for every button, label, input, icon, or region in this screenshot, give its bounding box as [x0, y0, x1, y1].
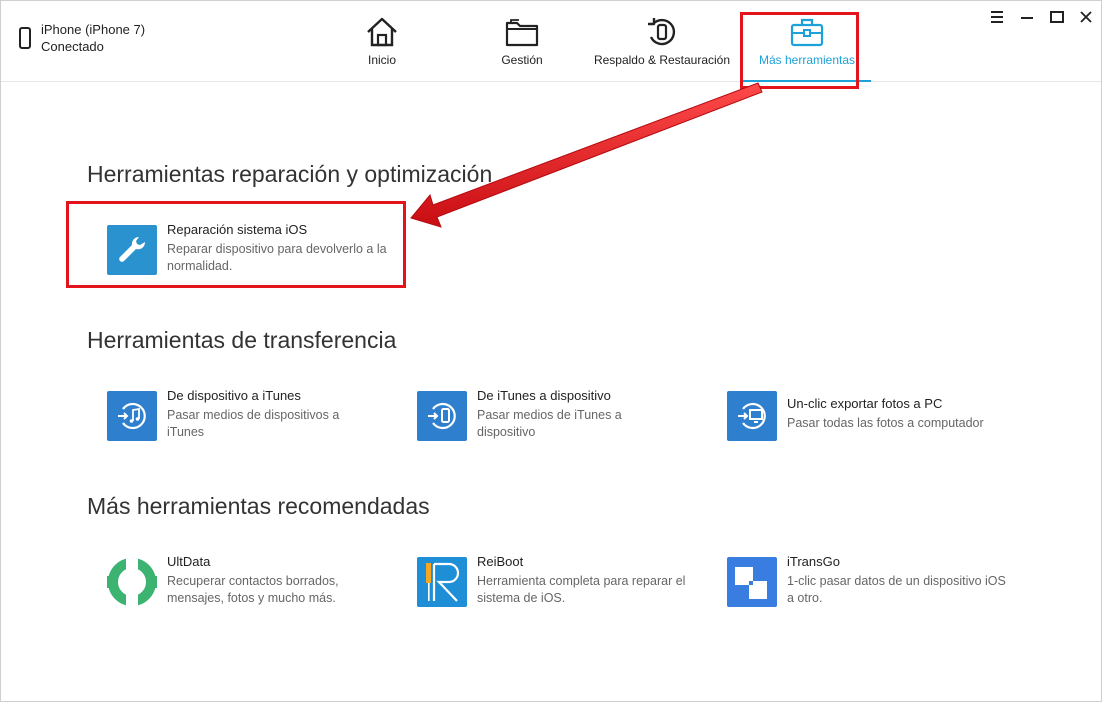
tab-label: Más herramientas — [758, 53, 856, 67]
device-to-itunes-icon — [107, 391, 157, 441]
export-photos-icon — [727, 391, 777, 441]
section-title-transfer: Herramientas de transferencia — [87, 327, 397, 353]
home-icon — [367, 17, 397, 47]
close-icon — [1080, 11, 1092, 23]
tab-mas-herramientas[interactable]: Más herramientas — [743, 15, 871, 82]
tool-ios-repair[interactable]: Reparación sistema iOS Reparar dispositi… — [107, 222, 387, 275]
tool-title: Un-clic exportar fotos a PC — [787, 396, 943, 411]
menu-icon — [991, 11, 1003, 23]
tab-inicio[interactable]: Inicio — [351, 15, 413, 82]
tool-title: De iTunes a dispositivo — [477, 388, 611, 403]
tool-title: De dispositivo a iTunes — [167, 388, 301, 403]
close-button[interactable] — [1074, 7, 1098, 27]
tool-title: iTransGo — [787, 554, 840, 569]
minimize-button[interactable] — [1015, 7, 1039, 27]
tool-description: Pasar medios de iTunes a dispositivo — [477, 408, 622, 439]
active-tab-indicator — [743, 80, 871, 82]
tool-description: Reparar dispositivo para devolverlo a la… — [167, 242, 387, 273]
tool-description: Herramienta completa para reparar el sis… — [477, 574, 686, 605]
menu-button[interactable] — [985, 7, 1009, 27]
tool-device-to-itunes[interactable]: De dispositivo a iTunes Pasar medios de … — [107, 388, 367, 441]
folder-icon — [505, 19, 539, 47]
tab-label: Gestión — [501, 53, 543, 67]
tool-title: Reparación sistema iOS — [167, 222, 308, 237]
minimize-icon — [1021, 17, 1033, 19]
device-name: iPhone (iPhone 7) — [41, 22, 146, 37]
backup-restore-icon — [648, 18, 676, 46]
device-info: iPhone (iPhone 7) Conectado — [19, 21, 145, 55]
itransgo-icon — [727, 557, 777, 607]
tab-gestion[interactable]: Gestión — [491, 15, 553, 82]
section-title-repair: Herramientas reparación y optimización — [87, 161, 493, 187]
device-status: Conectado — [41, 39, 104, 54]
tool-description: 1-clic pasar datos de un dispositivo iOS… — [787, 574, 1006, 605]
app-window: iPhone (iPhone 7) Conectado Inicio Gesti… — [0, 0, 1102, 702]
tab-label: Respaldo & Restauración — [593, 53, 731, 67]
reiboot-icon — [417, 557, 467, 607]
maximize-button[interactable] — [1045, 7, 1069, 27]
ultdata-icon — [107, 557, 157, 607]
tool-description: Pasar todas las fotos a computador — [787, 416, 984, 430]
tool-ultdata[interactable]: UltData Recuperar contactos borrados, me… — [107, 554, 367, 607]
tool-export-photos[interactable]: Un-clic exportar fotos a PC Pasar todas … — [727, 391, 1027, 441]
itunes-to-device-icon — [417, 391, 467, 441]
tool-itransgo[interactable]: iTransGo 1-clic pasar datos de un dispos… — [727, 554, 1012, 607]
tool-title: UltData — [167, 554, 211, 569]
wrench-icon — [107, 225, 157, 275]
tool-reiboot[interactable]: ReiBoot Herramienta completa para repara… — [417, 554, 707, 607]
toolbox-icon — [790, 18, 824, 47]
top-bar: iPhone (iPhone 7) Conectado Inicio Gesti… — [1, 1, 1101, 82]
maximize-icon — [1050, 11, 1064, 23]
tool-description: Recuperar contactos borrados, mensajes, … — [167, 574, 339, 605]
tab-label: Inicio — [367, 53, 396, 67]
tool-title: ReiBoot — [477, 554, 524, 569]
tool-description: Pasar medios de dispositivos a iTunes — [167, 408, 340, 439]
tab-respaldo-restauracion[interactable]: Respaldo & Restauración — [591, 15, 733, 82]
tool-itunes-to-device[interactable]: De iTunes a dispositivo Pasar medios de … — [417, 388, 647, 441]
section-title-recommended: Más herramientas recomendadas — [87, 493, 430, 519]
phone-icon — [19, 27, 31, 49]
